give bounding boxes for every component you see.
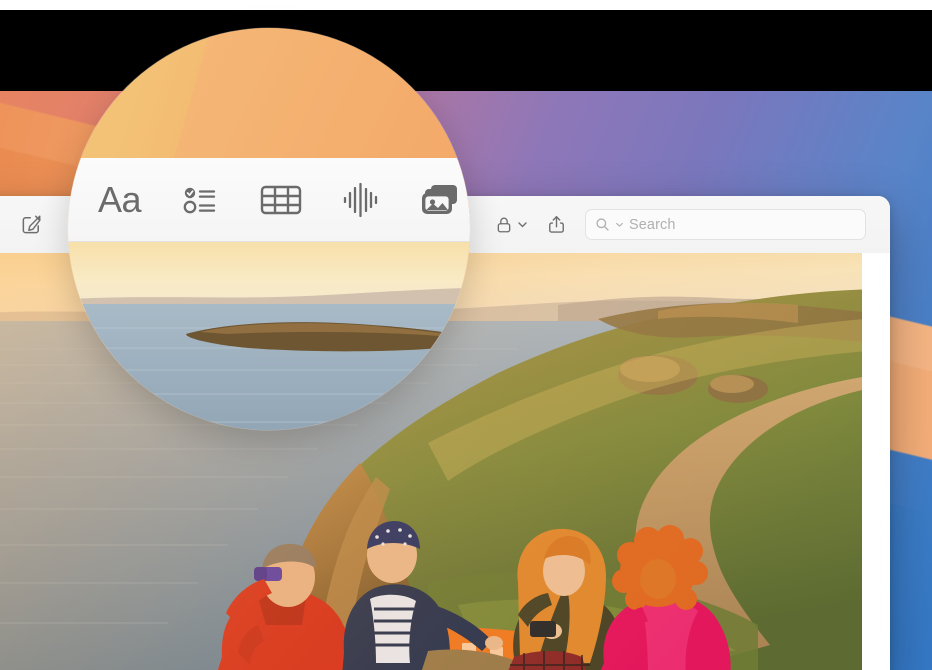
text-format-icon[interactable]: Aa bbox=[98, 179, 142, 220]
lock-icon[interactable] bbox=[494, 215, 528, 235]
audio-waveform-icon[interactable] bbox=[341, 180, 381, 220]
top-white-strip bbox=[0, 0, 932, 10]
text-format-label: Aa bbox=[98, 179, 142, 220]
compose-icon[interactable] bbox=[20, 213, 43, 236]
checklist-icon[interactable] bbox=[179, 179, 221, 221]
table-icon[interactable] bbox=[259, 181, 303, 219]
search-input[interactable]: Search bbox=[585, 209, 866, 240]
search-scope-chevron-icon bbox=[616, 222, 623, 227]
lens-toolbar-icons: Aa bbox=[68, 158, 470, 242]
magnifier-lens: Aa bbox=[68, 28, 470, 430]
share-icon[interactable] bbox=[546, 214, 567, 235]
window-right-margin bbox=[862, 253, 890, 670]
media-stack-icon[interactable] bbox=[419, 181, 470, 219]
screenshot-root: Search Aa bbox=[0, 0, 932, 670]
search-icon bbox=[596, 218, 609, 231]
lens-photo bbox=[68, 242, 470, 430]
chevron-down-icon bbox=[518, 222, 527, 228]
search-placeholder: Search bbox=[629, 216, 676, 233]
